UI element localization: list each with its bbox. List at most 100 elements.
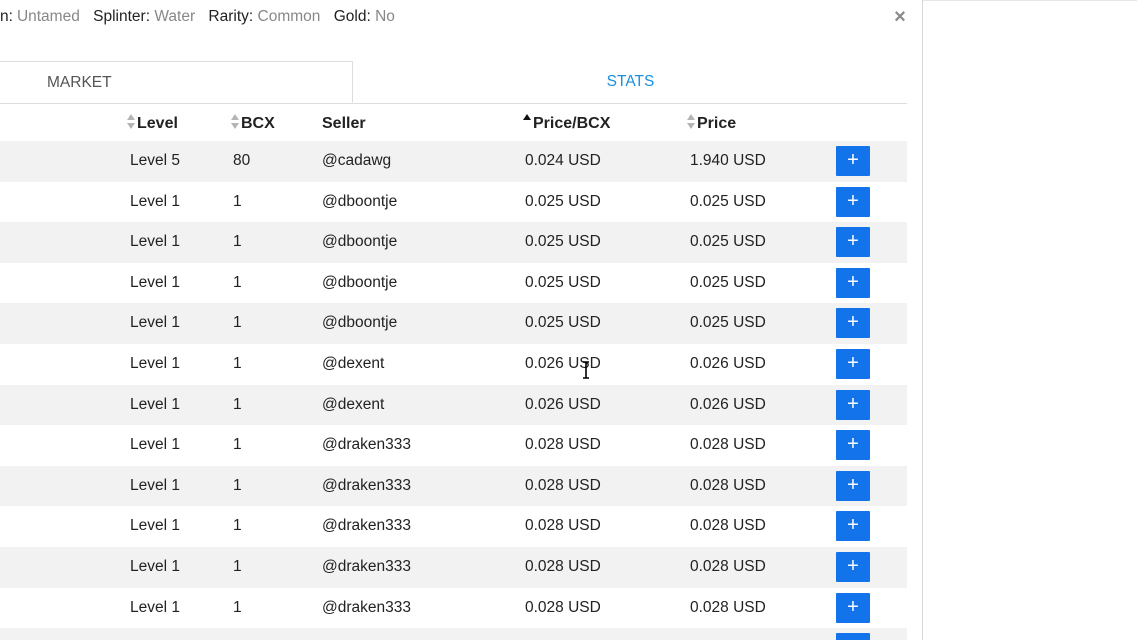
add-to-cart-button[interactable]: + xyxy=(836,186,870,217)
cell-price: 0.028 USD xyxy=(690,476,766,494)
column-header-seller: Seller xyxy=(322,104,366,141)
cell-bcx: 1 xyxy=(233,557,242,575)
cell-seller[interactable]: @dboontje xyxy=(322,182,397,222)
add-to-cart-button[interactable]: + xyxy=(836,308,870,339)
rarity-label: Rarity: xyxy=(208,8,254,25)
table-row: Level 1 1 @draken333 0.028 USD 0.028 USD + xyxy=(0,506,907,547)
cell-price: 0.028 USD xyxy=(690,517,766,535)
add-to-cart-button[interactable]: + xyxy=(836,633,870,640)
cell-level: Level 1 xyxy=(130,233,180,251)
column-header-bcx[interactable]: BCX xyxy=(231,104,275,141)
market-modal: n: Untamed Splinter: Water Rarity: Common… xyxy=(0,0,923,640)
table-row: Level 1 1 @dboontje 0.025 USD 0.025 USD + xyxy=(0,263,907,304)
table-row: Level 1 1 @dexent 0.026 USD 0.026 USD + xyxy=(0,344,907,385)
add-to-cart-button[interactable]: + xyxy=(836,146,870,176)
cell-bcx: 1 xyxy=(233,598,242,616)
sort-ascending-icon xyxy=(523,113,532,130)
table-row: Level 1 1 @draken333 0.028 USD 0.028 USD + xyxy=(0,465,907,507)
listings-table-body: Level 5 80 @cadawg 0.024 USD 1.940 USD + Level… xyxy=(0,141,907,640)
cell-bcx: 1 xyxy=(233,192,242,210)
table-row: Level 1 1 @dexent 0.026 USD 0.026 USD + xyxy=(0,384,907,426)
cell-bcx: 1 xyxy=(233,354,242,372)
cell-price-per-bcx: 0.028 USD xyxy=(525,517,601,535)
gold-value: No xyxy=(375,8,395,25)
column-header-level[interactable]: Level xyxy=(127,104,178,141)
cell-level: Level 1 xyxy=(130,557,180,575)
add-to-cart-button[interactable]: + xyxy=(836,430,870,461)
cell-price-per-bcx: 0.028 USD xyxy=(525,598,601,616)
cell-bcx: 1 xyxy=(233,436,242,454)
add-to-cart-button[interactable]: + xyxy=(836,511,870,542)
sort-icon xyxy=(687,113,696,130)
cell-price: 1.940 USD xyxy=(690,152,766,169)
cell-bcx: 1 xyxy=(233,395,242,413)
cell-seller[interactable]: @dboontje xyxy=(322,263,397,303)
cell-price-per-bcx: 0.026 USD xyxy=(525,354,601,372)
add-to-cart-button[interactable]: + xyxy=(836,389,870,420)
cell-bcx: 1 xyxy=(233,314,242,332)
table-row: Level 1 1 @dboontje 0.025 USD 0.025 USD + xyxy=(0,303,907,344)
table-row: Level 1 1 @draken333 0.028 USD 0.028 USD + xyxy=(0,588,907,629)
cell-price: 0.025 USD xyxy=(690,314,766,332)
edition-label: n: xyxy=(0,8,13,25)
cell-price: 0.026 USD xyxy=(690,395,766,413)
add-to-cart-button[interactable]: + xyxy=(836,470,870,501)
cell-seller[interactable]: @dboontje xyxy=(322,303,397,343)
tab-bar: MARKET STATS xyxy=(0,61,907,104)
table-row: Level 1 1 @draken333 0.028 USD 0.028 USD + xyxy=(0,425,907,466)
cell-level: Level 1 xyxy=(130,314,180,332)
cell-seller[interactable]: @draken333 xyxy=(322,547,411,587)
cell-bcx: 1 xyxy=(233,517,242,535)
cell-level: Level 1 xyxy=(130,476,180,494)
cell-seller[interactable]: @dexent xyxy=(322,344,384,384)
cell-price-per-bcx: 0.024 USD xyxy=(525,152,601,169)
cell-seller[interactable]: @draken333 xyxy=(322,425,411,465)
cell-level: Level 1 xyxy=(130,436,180,454)
column-header-price-per-bcx[interactable]: Price/BCX xyxy=(523,104,610,141)
rarity-value: Common xyxy=(257,8,321,25)
cell-price: 0.025 USD xyxy=(690,192,766,210)
close-icon[interactable]: × xyxy=(891,7,909,27)
add-to-cart-button[interactable]: + xyxy=(836,348,870,379)
cell-seller[interactable]: @draken333 xyxy=(322,466,411,506)
cell-bcx: 1 xyxy=(233,273,242,291)
sort-icon xyxy=(127,113,136,130)
cell-price-per-bcx: 0.025 USD xyxy=(525,233,601,251)
splinter-label: Splinter: xyxy=(93,8,151,25)
cell-level: Level 5 xyxy=(130,152,180,169)
cell-price: 0.025 USD xyxy=(690,273,766,291)
card-info-line: n: Untamed Splinter: Water Rarity: Common… xyxy=(0,8,404,28)
table-header: Level BCX Seller Price/BCX Price xyxy=(0,104,907,141)
cell-level: Level 1 xyxy=(130,395,180,413)
cell-seller[interactable]: @dboontje xyxy=(322,222,397,262)
cell-seller[interactable]: @draken333 xyxy=(322,506,411,546)
cell-price-per-bcx: 0.025 USD xyxy=(525,273,601,291)
tab-stats[interactable]: STATS xyxy=(354,61,907,102)
table-row: Level 5 80 @cadawg 0.024 USD 1.940 USD + xyxy=(0,141,907,182)
column-header-price[interactable]: Price xyxy=(687,104,736,141)
cell-price-per-bcx: 0.028 USD xyxy=(525,476,601,494)
cell-bcx: 1 xyxy=(233,476,242,494)
add-to-cart-button[interactable]: + xyxy=(836,551,870,582)
column-label-price: Price xyxy=(697,115,737,132)
tab-market[interactable]: MARKET xyxy=(0,61,353,103)
add-to-cart-button[interactable]: + xyxy=(836,227,870,258)
cell-seller[interactable]: @cadawg xyxy=(322,141,391,181)
cell-level: Level 1 xyxy=(130,273,180,291)
cell-price-per-bcx: 0.025 USD xyxy=(525,314,601,332)
cell-level: Level 1 xyxy=(130,354,180,372)
column-label-level: Level xyxy=(137,115,178,132)
add-to-cart-button[interactable]: + xyxy=(836,267,870,298)
cell-price: 0.025 USD xyxy=(690,233,766,251)
cell-price: 0.026 USD xyxy=(690,354,766,372)
cell-seller[interactable]: @dexent xyxy=(322,385,384,425)
splinter-value: Water xyxy=(154,8,196,25)
cell-seller[interactable]: @draken333 xyxy=(322,588,411,628)
gold-label: Gold: xyxy=(333,8,371,25)
cell-price-per-bcx: 0.025 USD xyxy=(525,192,601,210)
table-row: + xyxy=(0,628,907,640)
cell-level: Level 1 xyxy=(130,517,180,535)
table-row: Level 1 1 @dboontje 0.025 USD 0.025 USD + xyxy=(0,182,907,223)
sort-icon xyxy=(231,113,240,130)
add-to-cart-button[interactable]: + xyxy=(836,592,870,623)
